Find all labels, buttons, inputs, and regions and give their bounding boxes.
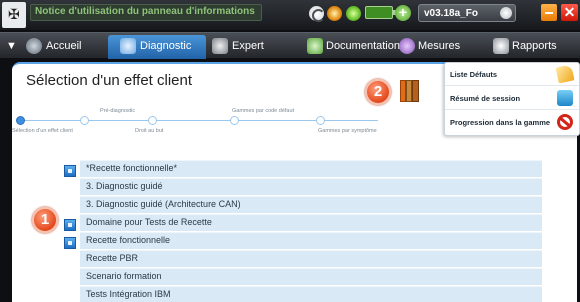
step-dot-active	[16, 116, 25, 125]
list-item-label: Recette fonctionnelle	[86, 235, 171, 245]
menu-item-label: Progression dans la gamme	[450, 118, 551, 127]
version-selector[interactable]: v03.18a_Fo	[418, 4, 516, 22]
step-dot	[80, 116, 89, 125]
step-label: Droit au but	[135, 128, 164, 134]
info-icon[interactable]	[64, 219, 76, 231]
tab-rapports[interactable]: Rapports	[493, 35, 577, 57]
list-item[interactable]: Recette PBR	[80, 250, 542, 267]
list-item[interactable]: Recette fonctionnelle	[80, 232, 542, 249]
list-item[interactable]: Tests Intégration IBM	[80, 286, 542, 302]
callout-1-badge: 1	[32, 207, 58, 233]
chevron-down-icon[interactable]: ▼	[6, 35, 20, 57]
books-icon[interactable]	[400, 80, 419, 102]
info-marquee[interactable]: Notice d'utilisation du panneau d'inform…	[30, 4, 262, 21]
status-icon[interactable]	[346, 6, 361, 21]
reports-icon	[493, 38, 509, 54]
tab-label: Diagnostic	[140, 40, 192, 52]
info-icon[interactable]	[64, 237, 76, 249]
top-bar: ✠ Notice d'utilisation du panneau d'info…	[0, 0, 580, 30]
effect-list: *Recette fonctionnelle* 3. Diagnostic gu…	[80, 160, 542, 302]
tab-label: Accueil	[46, 40, 82, 52]
list-item-label: 3. Diagnostic guidé	[86, 181, 163, 191]
list-item-label: Recette PBR	[86, 253, 139, 263]
list-item[interactable]: *Recette fonctionnelle*	[80, 160, 542, 177]
home-icon	[26, 38, 42, 54]
step-dot	[148, 116, 157, 125]
no-entry-icon	[557, 114, 573, 130]
documentation-icon	[307, 38, 323, 54]
list-item[interactable]: 3. Diagnostic guidé	[80, 178, 542, 195]
measures-icon	[399, 38, 415, 54]
nav-bar: ▼ Accueil Diagnostic Expert Documentatio…	[0, 32, 580, 59]
list-item-label: Tests Intégration IBM	[86, 289, 171, 299]
list-item[interactable]: Scenario formation	[80, 268, 542, 285]
tab-diagnostic[interactable]: Diagnostic	[108, 35, 206, 59]
folder-icon	[557, 90, 573, 106]
version-text: v03.18a_Fo	[424, 8, 478, 19]
pencil-icon	[555, 64, 575, 84]
tab-accueil[interactable]: Accueil	[26, 35, 96, 57]
battery-icon	[365, 6, 396, 19]
menu-item-resume-session[interactable]: Résumé de session	[445, 87, 579, 110]
tab-documentation[interactable]: Documentation	[307, 35, 400, 57]
menu-item-progression[interactable]: Progression dans la gamme	[445, 111, 579, 134]
menu-item-liste-defauts[interactable]: Liste Défauts	[445, 63, 579, 86]
marquee-text: Notice d'utilisation du panneau d'inform…	[35, 6, 255, 17]
callout-2-badge: 2	[365, 79, 391, 105]
list-item[interactable]: Domaine pour Tests de Recette	[80, 214, 542, 231]
info-icon[interactable]	[64, 165, 76, 177]
expert-icon	[212, 38, 228, 54]
page-title: Sélection d'un effet client	[26, 72, 193, 89]
tab-label: Documentation	[326, 40, 400, 52]
list-item-label: Domaine pour Tests de Recette	[86, 217, 212, 227]
step-dot	[230, 116, 239, 125]
close-button[interactable]: ✕	[561, 4, 578, 21]
step-label: Pré-diagnostic	[100, 108, 136, 114]
peugeot-logo-icon: ✠	[2, 2, 26, 28]
diagnostic-icon	[120, 38, 136, 54]
list-item-label: *Recette fonctionnelle*	[86, 163, 178, 173]
step-label: Gammes par symptôme	[318, 128, 377, 134]
flame-icon[interactable]	[327, 6, 342, 21]
menu-item-label: Liste Défauts	[450, 70, 498, 79]
sync-icon[interactable]	[309, 6, 325, 22]
tab-label: Expert	[232, 40, 264, 52]
step-dot	[316, 116, 325, 125]
step-label: Gammes par code défaut	[232, 108, 295, 114]
tab-label: Mesures	[418, 40, 461, 52]
step-label: Sélection d'un effet client	[12, 128, 73, 134]
tab-label: Rapports	[512, 40, 557, 52]
power-icon[interactable]	[500, 7, 512, 19]
list-item[interactable]: 3. Diagnostic guidé (Architecture CAN)	[80, 196, 542, 213]
app-window: ✠ Notice d'utilisation du panneau d'info…	[0, 0, 580, 302]
tab-expert[interactable]: Expert	[212, 35, 292, 57]
side-menu: Liste Défauts Résumé de session Progress…	[444, 62, 580, 136]
minimize-button[interactable]	[541, 4, 557, 21]
list-item-label: 3. Diagnostic guidé (Architecture CAN)	[86, 199, 241, 209]
list-item-label: Scenario formation	[86, 271, 162, 281]
add-button[interactable]: +	[395, 5, 411, 21]
tab-mesures[interactable]: Mesures	[399, 35, 461, 57]
menu-item-label: Résumé de session	[450, 94, 521, 103]
